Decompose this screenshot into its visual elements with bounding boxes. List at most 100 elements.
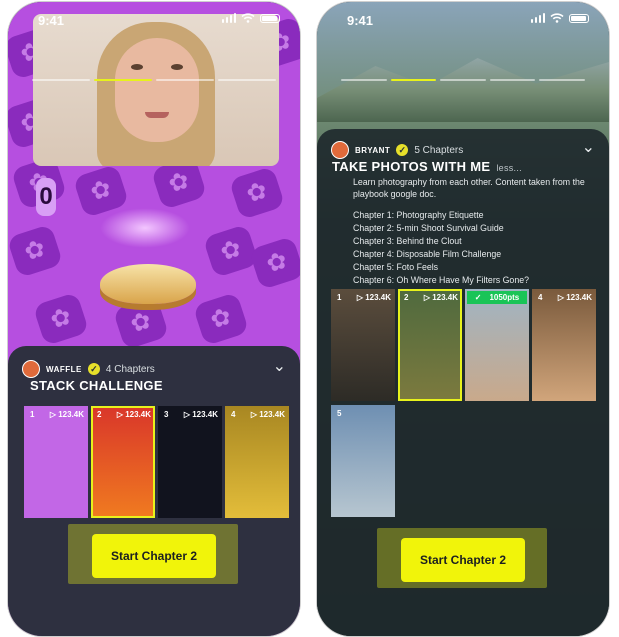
points-banner: ✓ 1050pts (467, 291, 527, 304)
play-icon: ▷ (423, 293, 433, 302)
phone-left: ✿ ✿ ✿ ✿ ✿ ✿ ✿ ✿ ✿ ✿ ✿ ✿ ✿ 9:41 0 (8, 2, 300, 636)
tile-meta: 1 ▷ 123.4K (28, 410, 84, 419)
camera-subject-eye (171, 64, 183, 70)
creator-row[interactable]: WAFFLE ✓ 4 Chapters (22, 360, 155, 378)
tile-meta: 2 ▷ 123.4K (402, 293, 458, 302)
status-time: 9:41 (38, 13, 65, 28)
phone-right: 9:41 BRYANT ✓ 5 Chapters ⌄ TAKE PHOTOS W… (317, 2, 609, 636)
view-count: 123.4K (259, 410, 285, 419)
tile-views: ▷ 123.4K (357, 293, 391, 302)
less-link[interactable]: less... (496, 163, 522, 173)
maple-leaf-icon: ✿ (202, 223, 260, 279)
play-icon: ▷ (49, 410, 59, 419)
view-count: 123.4K (432, 293, 458, 302)
chapter-item[interactable]: Chapter 6: Oh Where Have My Filters Gone… (353, 274, 593, 287)
chapter-item[interactable]: Chapter 5: Foto Feels (353, 261, 593, 274)
chapter-item[interactable]: Chapter 2: 5-min Shoot Survival Guide (353, 222, 593, 235)
chapter-tile[interactable]: 3 ▷ 123.4K (158, 406, 222, 518)
tile-meta: 4 ▷ 123.4K (229, 410, 285, 419)
chapter-item[interactable]: Chapter 3: Behind the Clout (353, 235, 593, 248)
pancake-stack (100, 264, 196, 304)
chapter-tile[interactable]: 1 ▷ 123.4K (331, 289, 395, 401)
progress-segment (32, 79, 90, 81)
camera-subject-mouth (145, 112, 169, 118)
tile-views: ▷ 123.4K (558, 293, 592, 302)
view-count: 123.4K (192, 410, 218, 419)
tile-number: 3 (164, 410, 169, 419)
chapter-count: 5 Chapters (414, 144, 464, 156)
maple-leaf-icon: ✿ (192, 291, 250, 347)
check-icon: ✓ (474, 293, 482, 302)
tile-meta: 4 ▷ 123.4K (536, 293, 592, 302)
chapter-item[interactable]: Chapter 1: Photography Etiquette (353, 209, 593, 222)
chapter-tile[interactable]: 5 (331, 405, 395, 517)
points-value: 1050pts (489, 293, 520, 302)
status-bar: 9:41 (8, 2, 300, 36)
check-badge-icon: ✓ (396, 144, 409, 156)
stack-score: 0 (36, 178, 56, 216)
challenge-title: STACK CHALLENGE (30, 378, 163, 393)
challenge-title-text: TAKE PHOTOS WITH ME (332, 159, 491, 174)
progress-segment (341, 79, 387, 81)
tile-number: 4 (538, 293, 543, 302)
signal-icon (221, 13, 236, 23)
status-time: 9:41 (347, 13, 374, 28)
progress-segment (440, 79, 486, 81)
challenge-description: Learn photography from each other. Conte… (353, 177, 585, 199)
play-icon: ▷ (250, 410, 260, 419)
wifi-icon (241, 13, 255, 23)
tile-number: 2 (404, 293, 409, 302)
tile-views: ▷ 123.4K (50, 410, 84, 419)
maple-leaf-icon: ✿ (228, 165, 286, 221)
chapter-tile-completed[interactable]: ✓1050pts 3 (465, 289, 529, 401)
wifi-icon (550, 13, 564, 23)
progress-segment (489, 79, 536, 81)
chapter-tiles: 1▷ 123.4K 2▷ 123.4K ✓1050pts 3 4▷ 123.4K (331, 289, 596, 401)
tile-views: ▷ 123.4K (184, 410, 218, 419)
tile-views: ▷ 123.4K (424, 293, 458, 302)
status-icons (530, 13, 589, 23)
camera-subject-eye (131, 64, 143, 70)
progress-segment-active (94, 79, 152, 81)
tile-number: 5 (337, 409, 342, 418)
start-chapter-button[interactable]: Start Chapter 2 (92, 534, 216, 578)
progress-segment (539, 79, 585, 81)
chapter-item[interactable]: Chapter 4: Disposable Film Challenge (353, 248, 593, 261)
tile-views: ▷ 123.4K (251, 410, 285, 419)
tile-number: 2 (97, 410, 102, 419)
play-icon: ▷ (183, 410, 193, 419)
creator-row[interactable]: BRYANT ✓ 5 Chapters (331, 141, 463, 159)
chapter-tiles: 1 ▷ 123.4K 2 ▷ 123.4K 3 ▷ 123.4K 4 ▷ 123.4K (24, 406, 289, 518)
tile-meta: 1 ▷ 123.4K (335, 293, 391, 302)
maple-leaf-icon: ✿ (8, 223, 64, 279)
chapter-tile[interactable]: 1 ▷ 123.4K (24, 406, 88, 518)
maple-leaf-icon: ✿ (112, 295, 170, 351)
chapter-tile-selected[interactable]: 2 ▷ 123.4K (91, 406, 155, 518)
battery-icon (260, 13, 280, 23)
maple-leaf-icon: ✿ (32, 291, 90, 347)
selfie-camera-view (33, 14, 279, 166)
avatar (22, 360, 40, 378)
tile-number: 4 (231, 410, 236, 419)
battery-icon (569, 13, 589, 23)
progress-segment (218, 79, 276, 81)
challenge-title: TAKE PHOTOS WITH ME less... (332, 159, 522, 174)
story-progress (341, 79, 585, 81)
chevron-down-icon[interactable]: ⌄ (273, 356, 286, 376)
chapter-list: Chapter 1: Photography Etiquette Chapter… (353, 209, 593, 287)
tile-meta: 5 (335, 409, 391, 418)
play-icon: ▷ (116, 410, 126, 419)
creator-name: BRYANT (355, 145, 391, 155)
view-count: 123.4K (125, 410, 151, 419)
status-bar: 9:41 (317, 2, 609, 36)
play-icon: ▷ (557, 293, 567, 302)
chapter-tile[interactable]: 4 ▷ 123.4K (532, 289, 596, 401)
chapter-tile[interactable]: 4 ▷ 123.4K (225, 406, 289, 518)
chevron-down-icon[interactable]: ⌄ (582, 137, 595, 157)
progress-segment (156, 79, 214, 81)
chapter-tile-selected[interactable]: 2 ▷ 123.4K (398, 289, 462, 401)
start-chapter-button[interactable]: Start Chapter 2 (401, 538, 525, 582)
view-count: 123.4K (566, 293, 592, 302)
tile-meta: 3 ▷ 123.4K (162, 410, 218, 419)
chapter-count: 4 Chapters (105, 363, 155, 375)
